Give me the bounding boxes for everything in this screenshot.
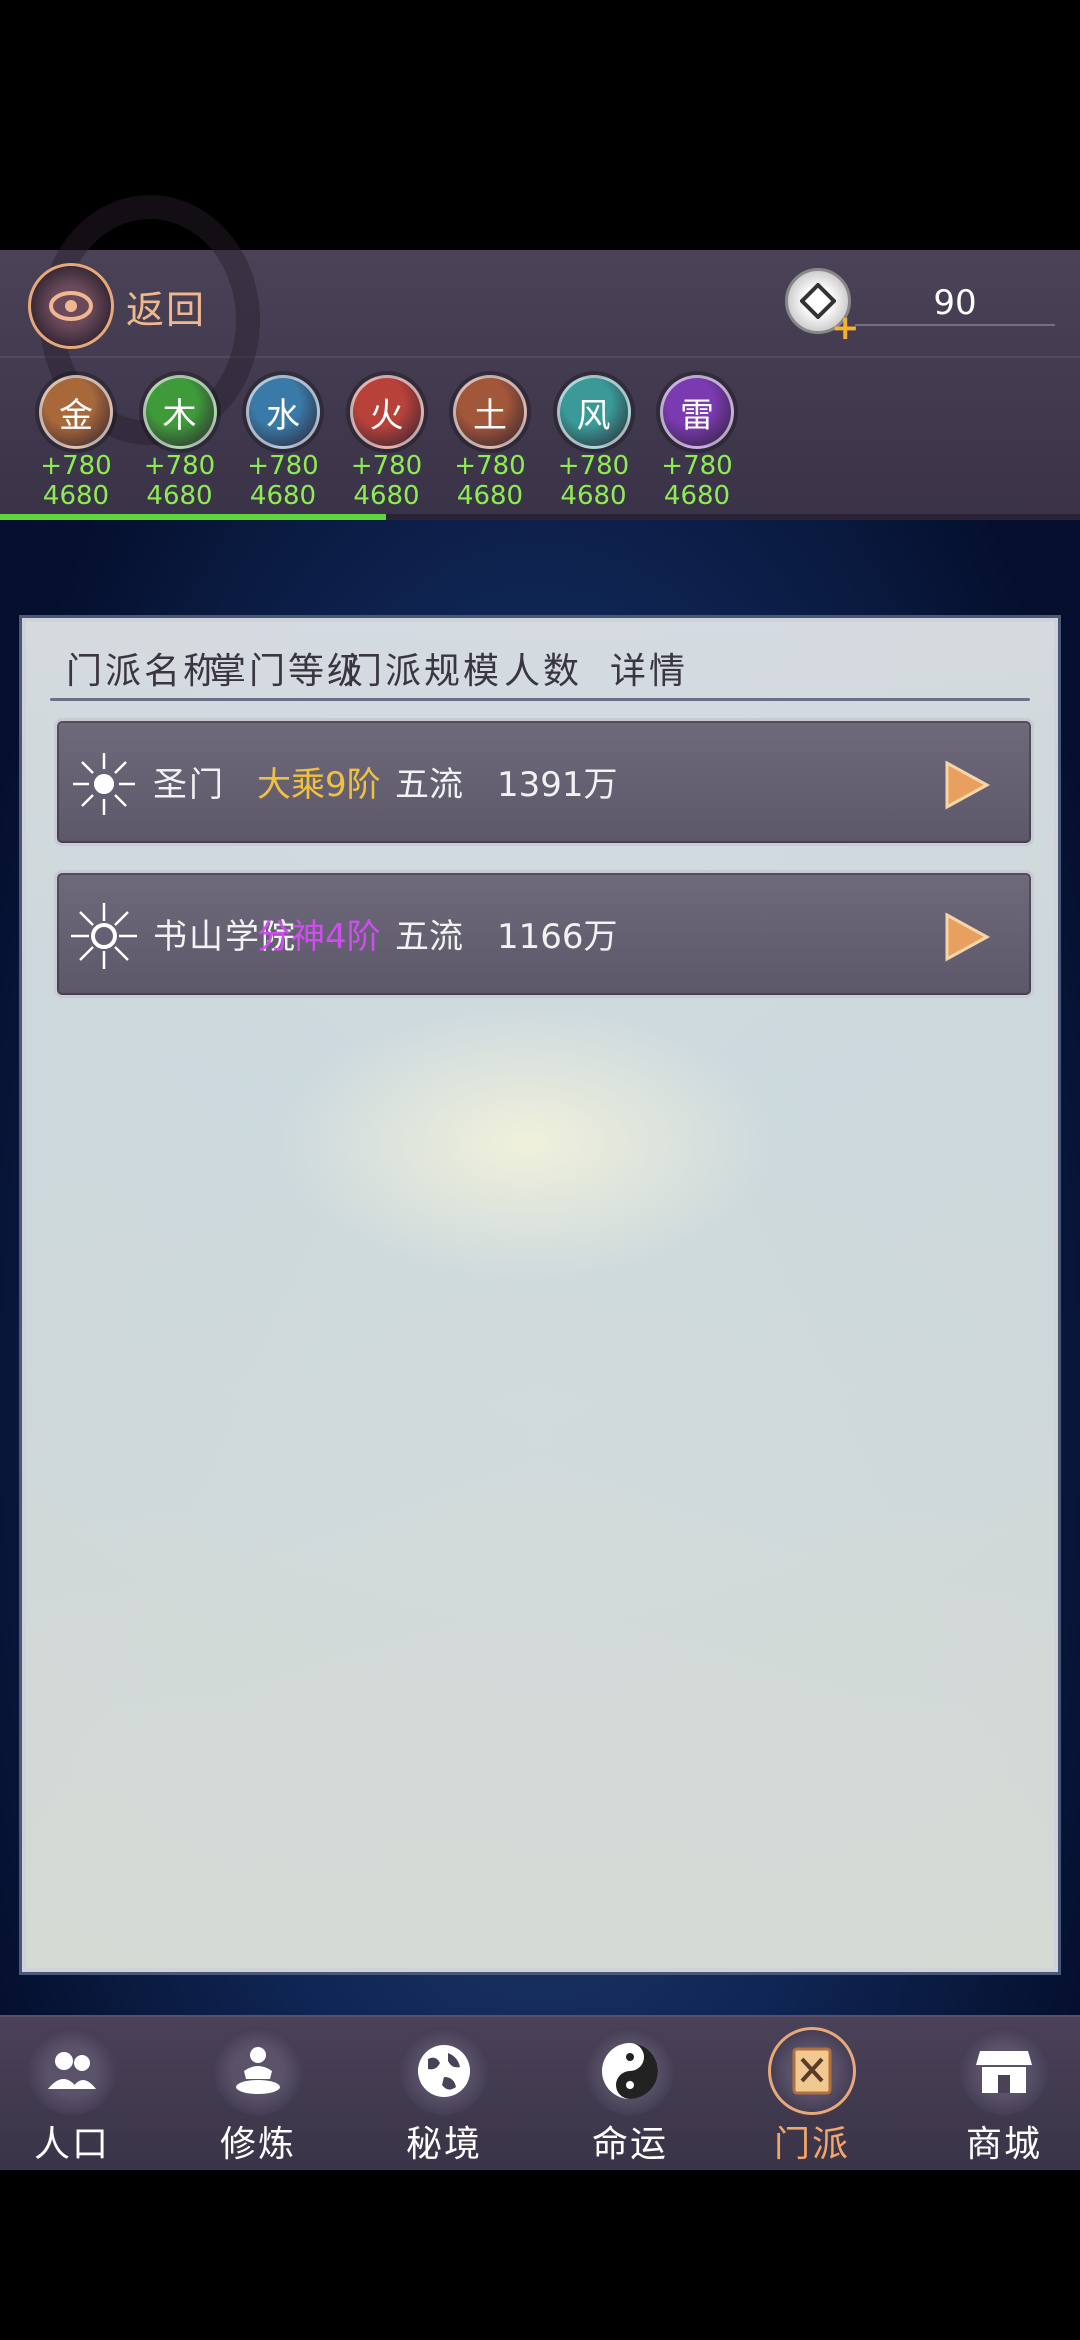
nav-label: 命运 xyxy=(591,2124,668,2165)
sect-scale: 五流 xyxy=(395,917,463,957)
column-header-level: 掌门等级 xyxy=(210,651,367,692)
element-total: 4680 xyxy=(663,481,731,511)
column-header-scale: 门派规模 xyxy=(346,651,503,692)
bottom-navigation: 人口 修炼 秘境 命运 门派 商城 xyxy=(0,2015,1080,2170)
sect-emblem-icon xyxy=(73,753,135,815)
sect-book-icon xyxy=(768,2027,856,2115)
nav-label: 人口 xyxy=(33,2124,110,2165)
element-resource: 雷 +780 4680 xyxy=(632,375,762,511)
element-orb-icon: 雷 xyxy=(660,375,734,449)
table-row[interactable]: 圣门 大乘9阶 五流 1391万 xyxy=(54,718,1034,846)
back-button[interactable]: 返回 xyxy=(28,263,206,349)
detail-play-icon[interactable] xyxy=(937,757,993,813)
currency-display[interactable]: + 90 xyxy=(785,268,1060,348)
column-header-count: 人数 xyxy=(504,651,583,692)
element-orb-icon: 风 xyxy=(556,375,631,449)
sect-name: 圣门 xyxy=(153,765,225,805)
nav-item-cultivation[interactable]: 修炼 xyxy=(168,2027,348,2167)
nav-item-sect[interactable]: 门派 xyxy=(722,2027,902,2167)
element-orb-icon: 金 xyxy=(39,375,113,449)
table-row[interactable]: 书山学院 分神4阶 五流 1166万 xyxy=(54,870,1034,998)
back-arrow-icon xyxy=(28,263,114,349)
element-gain: +780 xyxy=(661,451,733,481)
element-orb-icon: 火 xyxy=(349,375,424,449)
table-header: 门派名称 掌门等级 门派规模 人数 详情 xyxy=(26,642,1062,702)
nav-item-shop[interactable]: 商城 xyxy=(914,2027,1080,2167)
sect-emblem-icon xyxy=(71,903,137,969)
element-orb-icon: 木 xyxy=(142,375,217,449)
yin-yang-icon xyxy=(586,2027,674,2115)
shop-icon xyxy=(960,2027,1048,2115)
panel-glow-decoration xyxy=(276,1002,776,1282)
nav-label: 修炼 xyxy=(219,2124,296,2165)
sect-member-count: 1391万 xyxy=(497,765,618,805)
nav-item-secret-realm[interactable]: 秘境 xyxy=(354,2027,534,2167)
meditation-icon xyxy=(214,2027,302,2115)
nav-item-population[interactable]: 人口 xyxy=(0,2027,162,2167)
globe-icon xyxy=(400,2027,488,2115)
nav-label: 秘境 xyxy=(405,2124,482,2165)
progress-bar xyxy=(0,514,1080,520)
column-header-name: 门派名称 xyxy=(66,651,223,692)
sect-member-count: 1166万 xyxy=(497,917,618,957)
back-label: 返回 xyxy=(126,287,207,332)
sect-leader-level: 分神4阶 xyxy=(257,917,381,957)
element-orb-icon: 土 xyxy=(453,375,527,449)
element-resources: 金 +780 4680 木 +780 4680 水 +780 4680 火 +780 4680 土 +78… xyxy=(0,375,1080,515)
sect-leader-level: 大乘9阶 xyxy=(257,765,381,805)
header-divider xyxy=(50,698,1030,701)
sect-scale: 五流 xyxy=(395,765,463,805)
progress-fill xyxy=(0,514,386,520)
element-orb-icon: 水 xyxy=(246,375,320,449)
sect-list-panel: 门派名称 掌门等级 门派规模 人数 详情 圣门 大乘9阶 五流 1391万 书山… xyxy=(22,618,1058,1972)
nav-label: 门派 xyxy=(773,2124,850,2165)
column-header-detail: 详情 xyxy=(610,651,689,692)
currency-value: 90 xyxy=(855,280,1055,326)
people-icon xyxy=(28,2027,116,2115)
detail-play-icon[interactable] xyxy=(937,909,993,965)
nav-label: 商城 xyxy=(965,2124,1042,2165)
nav-item-fate[interactable]: 命运 xyxy=(540,2027,720,2167)
